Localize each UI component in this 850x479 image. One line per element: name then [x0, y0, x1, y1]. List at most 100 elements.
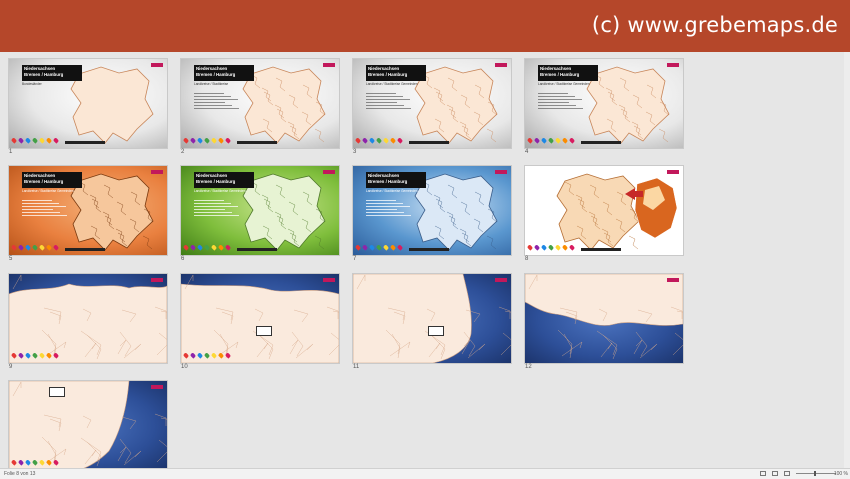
slide-thumbnail[interactable] — [181, 274, 339, 363]
map-pin-icon — [389, 137, 397, 144]
slide-thumbnail[interactable]: Niedersachsen Bremen / Hamburg Landkreise… — [525, 59, 683, 148]
slide-tag — [667, 278, 679, 282]
slide-thumbnail[interactable]: Niedersachsen Bremen / Hamburg Landkreise… — [9, 166, 167, 255]
map-pin-icon — [210, 137, 218, 144]
map-pin-icon — [210, 244, 218, 251]
slide-number: 11 — [353, 364, 360, 370]
map-pin-icon — [31, 137, 39, 144]
slide-title: Niedersachsen Bremen / Hamburg — [194, 65, 254, 81]
map-pin-icon — [10, 244, 18, 251]
slide-thumbnail[interactable]: Niedersachsen Bremen / Hamburg Bundesländ… — [9, 59, 167, 148]
slide-tag — [323, 63, 335, 67]
reading-view-icon[interactable] — [784, 471, 790, 476]
slide-tag — [151, 385, 163, 389]
map-pin-icon — [389, 244, 397, 251]
slide-tag — [323, 170, 335, 174]
slide-number: 9 — [9, 364, 13, 370]
slide-body-text — [366, 93, 416, 111]
map-pin-icon — [375, 137, 383, 144]
pin-icons — [526, 137, 576, 144]
slide-number: 1 — [9, 149, 13, 155]
slide-sorter-icon[interactable] — [772, 471, 778, 476]
slide-link-bar — [409, 141, 449, 144]
state-map — [556, 173, 678, 251]
slide-thumbnail[interactable] — [9, 274, 167, 363]
slide-thumbnail[interactable]: Niedersachsen Bremen / Hamburg Landkreise… — [353, 59, 511, 148]
slide-number: 8 — [525, 256, 529, 262]
slide-subtitle: Landkreise / Stadtkreise Gemeinden — [538, 82, 590, 86]
slide-link-bar — [65, 248, 105, 251]
map-pin-icon — [375, 244, 383, 251]
map-pin-icon — [354, 244, 362, 251]
slide-tag — [495, 278, 507, 282]
map-pin-icon — [17, 244, 25, 251]
slide-subtitle: Landkreise / Stadtkreise — [194, 82, 229, 86]
slide-body-text — [194, 200, 244, 218]
slide-title: Niedersachsen Bremen / Hamburg — [22, 172, 82, 188]
map-pin-icon — [38, 137, 46, 144]
map-pin-icon — [382, 137, 390, 144]
slide-thumbnail[interactable] — [9, 381, 167, 470]
map-pin-icon — [533, 137, 541, 144]
vertical-scrollbar[interactable] — [844, 52, 850, 468]
slide-thumbnail[interactable] — [525, 274, 683, 363]
slide-number: 10 — [181, 364, 188, 370]
map-pin-icon — [189, 352, 197, 359]
slide-body-text — [366, 200, 416, 218]
map-pin-icon — [31, 244, 39, 251]
slide-subtitle: Landkreise / Stadtkreise Gemeinden — [194, 189, 246, 193]
map-pin-icon — [547, 137, 555, 144]
map-pin-icon — [554, 244, 562, 251]
slide-link-bar — [409, 248, 449, 251]
zoom-slider[interactable] — [796, 473, 836, 474]
slide-title: Niedersachsen Bremen / Hamburg — [366, 172, 426, 188]
slide-tag — [667, 63, 679, 67]
slide-tag — [495, 63, 507, 67]
state-map — [9, 381, 167, 470]
map-pin-icon — [561, 244, 569, 251]
slide-link-bar — [237, 141, 277, 144]
map-pin-icon — [203, 137, 211, 144]
slide-tag — [151, 278, 163, 282]
map-pin-icon — [547, 244, 555, 251]
map-pin-icon — [217, 244, 225, 251]
slide-counter: Folie 8 von 13 — [4, 471, 36, 477]
pin-icons — [354, 137, 404, 144]
map-pin-icon — [361, 137, 369, 144]
map-pin-icon — [196, 352, 204, 359]
map-pin-icon — [24, 352, 32, 359]
slide-title: Niedersachsen Bremen / Hamburg — [538, 65, 598, 81]
map-pin-icon — [31, 459, 39, 466]
state-map — [181, 274, 339, 363]
zoom-knob[interactable] — [814, 471, 816, 476]
map-pin-icon — [17, 137, 25, 144]
map-pin-icon — [561, 137, 569, 144]
slide-title: Niedersachsen Bremen / Hamburg — [22, 65, 82, 81]
pin-icons — [10, 244, 60, 251]
map-pin-icon — [540, 244, 548, 251]
pin-icons — [182, 244, 232, 251]
slide-link-bar — [581, 141, 621, 144]
map-pin-icon — [24, 459, 32, 466]
slide-thumbnail[interactable]: Niedersachsen Bremen / Hamburg Landkreise… — [353, 166, 511, 255]
normal-view-icon[interactable] — [760, 471, 766, 476]
pin-icons — [182, 137, 232, 144]
map-pin-icon — [354, 137, 362, 144]
map-pin-icon — [368, 244, 376, 251]
map-pin-icon — [17, 459, 25, 466]
slide-number: 7 — [353, 256, 357, 262]
zoom-value: 100 % — [833, 471, 848, 477]
slide-thumbnail[interactable]: Niedersachsen Bremen / Hamburg Landkreise… — [181, 166, 339, 255]
slide-number: 6 — [181, 256, 185, 262]
slide-thumbnail[interactable]: Niedersachsen Bremen / Hamburg Landkreise… — [181, 59, 339, 148]
state-map — [9, 274, 167, 363]
slide-tag — [667, 170, 679, 174]
slide-thumbnail[interactable] — [525, 166, 683, 255]
slide-thumbnail[interactable] — [353, 274, 511, 363]
slide-body-text — [22, 200, 72, 218]
map-pin-icon — [38, 459, 46, 466]
map-pin-icon — [182, 137, 190, 144]
slide-number: 5 — [9, 256, 13, 262]
map-pin-icon — [382, 244, 390, 251]
slide-link-bar — [581, 248, 621, 251]
